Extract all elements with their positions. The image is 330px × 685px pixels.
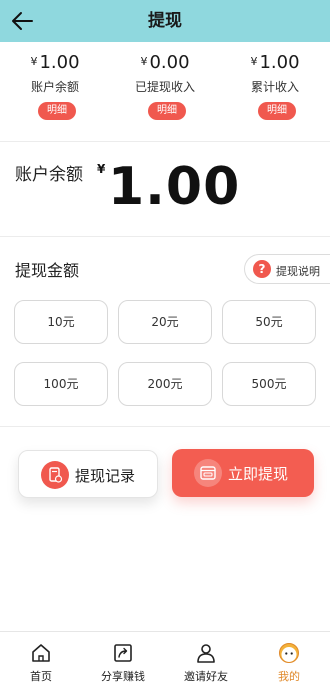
- amount-option[interactable]: 10元: [14, 300, 108, 344]
- withdraw-help-button[interactable]: ? 提现说明: [244, 254, 330, 284]
- stats-row: ¥1.00 账户余额 明细 ¥0.00 已提现收入 明细 ¥1.00 累计收入 …: [0, 42, 330, 141]
- tab-label: 分享赚钱: [101, 670, 145, 683]
- amount-option[interactable]: 200元: [118, 362, 212, 406]
- amount-option[interactable]: 100元: [14, 362, 108, 406]
- detail-button[interactable]: 明细: [38, 102, 76, 120]
- profile-face-icon: [279, 643, 299, 663]
- help-label: 提现说明: [276, 265, 320, 278]
- withdraw-now-button[interactable]: 立即提现: [172, 449, 314, 497]
- stat-label: 账户余额: [30, 80, 79, 94]
- top-bar: 提现: [0, 0, 330, 42]
- detail-button[interactable]: 明细: [258, 102, 296, 120]
- detail-button[interactable]: 明细: [148, 102, 186, 120]
- tab-share-earn[interactable]: 分享赚钱: [82, 632, 164, 685]
- stat-value: ¥1.00: [220, 52, 330, 73]
- home-icon: [32, 644, 50, 662]
- withdraw-record-label: 提现记录: [75, 467, 136, 485]
- tab-home[interactable]: 首页: [0, 632, 82, 685]
- stat-amount: 1.00: [39, 52, 80, 73]
- tab-label: 首页: [30, 670, 52, 683]
- stat-withdrawn-income: ¥0.00 已提现收入 明细: [110, 42, 220, 141]
- balance-label: 账户余额: [15, 165, 83, 185]
- amount-option[interactable]: 50元: [222, 300, 316, 344]
- page-title: 提现: [148, 11, 182, 31]
- stat-value: ¥0.00: [110, 52, 220, 73]
- withdraw-now-label: 立即提现: [228, 465, 289, 483]
- stat-amount: 1.00: [259, 52, 300, 73]
- tab-invite-friends[interactable]: 邀请好友: [165, 632, 247, 685]
- amount-option[interactable]: 20元: [118, 300, 212, 344]
- bottom-tab-bar: 首页 分享赚钱 邀请好友 我的: [0, 631, 330, 685]
- tab-mine[interactable]: 我的: [248, 632, 330, 685]
- stat-value: ¥1.00: [0, 52, 110, 73]
- balance-currency: ¥: [97, 162, 106, 176]
- balance-amount: 1.00: [108, 157, 241, 217]
- section-divider: [0, 426, 330, 427]
- section-divider: [0, 141, 330, 142]
- question-icon: ?: [253, 260, 271, 278]
- stat-total-income: ¥1.00 累计收入 明细: [220, 42, 330, 141]
- section-divider: [0, 236, 330, 237]
- stat-label: 累计收入: [250, 80, 299, 94]
- amount-option[interactable]: 500元: [222, 362, 316, 406]
- person-icon: [197, 644, 215, 663]
- tab-label: 我的: [278, 670, 300, 683]
- currency-symbol: ¥: [30, 55, 38, 68]
- tab-label: 邀请好友: [184, 670, 228, 683]
- withdraw-amount-title: 提现金额: [15, 261, 80, 280]
- currency-symbol: ¥: [140, 55, 148, 68]
- stat-amount: 0.00: [149, 52, 190, 73]
- share-icon: [114, 644, 132, 662]
- withdraw-record-button[interactable]: 提现记录: [18, 450, 158, 498]
- wallet-icon: [194, 459, 222, 487]
- currency-symbol: ¥: [250, 55, 258, 68]
- record-icon: [41, 461, 69, 489]
- stat-label: 已提现收入: [134, 80, 195, 94]
- stat-account-balance: ¥1.00 账户余额 明细: [0, 42, 110, 141]
